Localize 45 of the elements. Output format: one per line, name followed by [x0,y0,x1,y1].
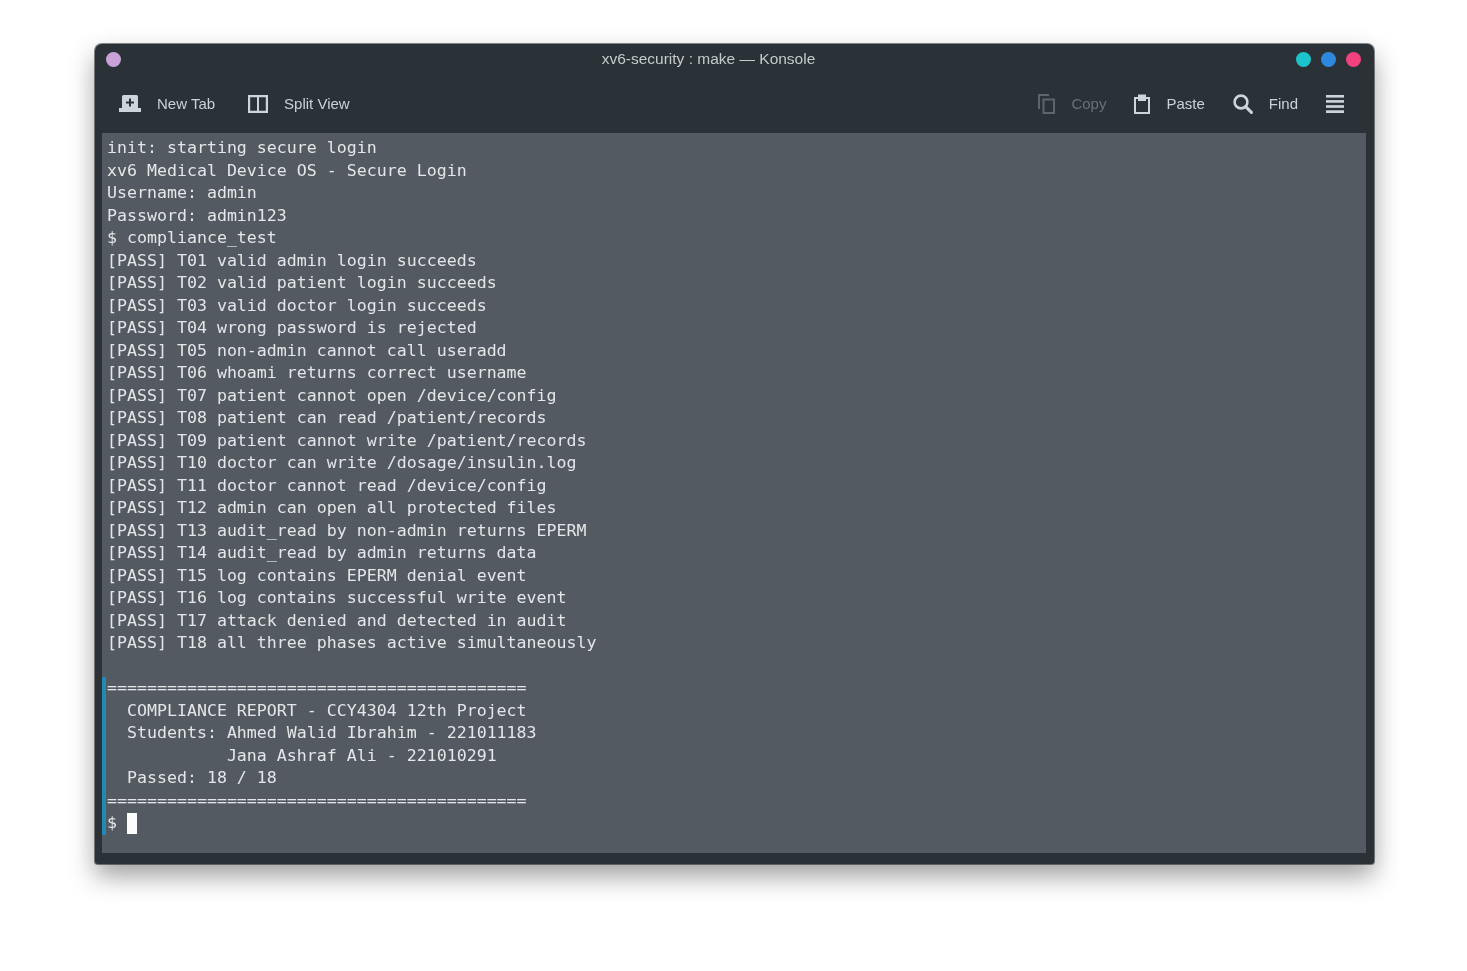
terminal-line: [PASS] T10 doctor can write /dosage/insulin.log [107,452,578,474]
terminal-line: Password: admin123 [107,204,288,227]
search-icon [1232,93,1253,114]
terminal-line: [PASS] T09 patient cannot write /patient/records [107,429,588,452]
terminal-line: [PASS] T11 doctor cannot read /device/config [107,474,548,497]
terminal-prompt: $ [107,812,117,834]
clipboard-icon [1134,93,1151,114]
find-button[interactable]: Find [1224,87,1306,120]
terminal-line: [PASS] T17 attack denied and detected in audit [107,609,568,632]
terminal-line: [PASS] T06 whoami returns correct username [107,362,528,384]
terminal-line: ========================================== [107,677,528,699]
terminal-line: [PASS] T12 admin can open all protected files [107,497,558,519]
terminal-line: [PASS] T16 log contains successful write event [107,587,568,609]
new-tab-button[interactable]: New Tab [111,89,224,118]
menu-icon [1326,94,1344,113]
terminal-line: [PASS] T02 valid patient login succeeds [107,272,498,294]
window-title: xv6-security : make — Konsole [601,50,816,68]
terminal-line: [PASS] T05 non-admin cannot call useradd [107,339,508,362]
terminal-line: init: starting secure login [107,137,378,159]
terminal-line: [PASS] T07 patient cannot open /device/config [107,384,558,407]
maximize-button[interactable] [1321,51,1336,67]
terminal-line: [PASS] T13 audit_read by non-admin returns EPERM [107,519,588,542]
copy-icon [1038,93,1056,114]
terminal-line: xv6 Medical Device OS - Secure Login [107,159,468,182]
terminal-line: [PASS] T03 valid doctor login succeeds [107,294,488,317]
terminal-line: Username: admin [107,182,258,204]
terminal-line: COMPLIANCE REPORT - CCY4304 12th Project [125,699,528,722]
terminal-line: [PASS] T15 log contains EPERM denial event [107,564,528,587]
tab-plus-icon [119,95,141,112]
paste-button[interactable]: Paste [1126,87,1213,120]
terminal-line: $ compliance_test [107,227,278,249]
window-control-button[interactable] [106,51,121,67]
terminal-line: [PASS] T18 all three phases active simultaneously [107,632,597,654]
minimize-button[interactable] [1296,51,1311,67]
terminal-line: [PASS] T14 audit_read by admin returns data [107,542,538,564]
close-button[interactable] [1346,51,1361,67]
split-view-button[interactable]: Split View [240,88,358,119]
terminal-line: ========================================== [107,789,528,812]
terminal-line: Students: Ahmed Walid Ibrahim - 221011183 [125,722,537,744]
terminal-line: Jana Ashraf Ali - 221010291 [225,744,498,767]
two-pane-icon [248,94,269,113]
terminal-line: [PASS] T04 wrong password is rejected [107,317,478,339]
terminal-line: [PASS] T01 valid admin login succeeds [107,249,478,272]
terminal-line: [PASS] T08 patient can read /patient/records [107,407,548,429]
terminal-line: Passed: 18 / 18 [125,767,278,789]
